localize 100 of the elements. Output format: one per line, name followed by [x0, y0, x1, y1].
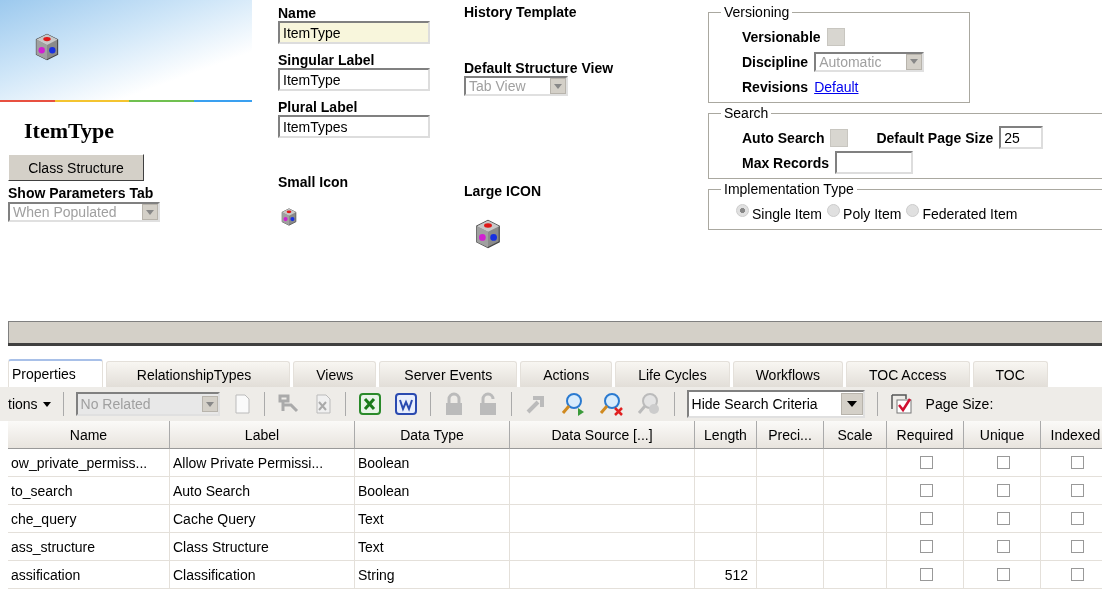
- tab[interactable]: Life Cycles: [615, 361, 730, 387]
- field-label: Max Records: [742, 154, 830, 171]
- table-cell: ass_structure: [8, 533, 170, 561]
- checkbox[interactable]: [997, 540, 1010, 553]
- table-cell: to_search: [8, 477, 170, 505]
- checkbox[interactable]: [997, 456, 1010, 469]
- field-label: Plural Label: [278, 99, 358, 115]
- table-cell: Boolean: [355, 449, 510, 477]
- radio-button[interactable]: [736, 204, 749, 217]
- checkbox[interactable]: [997, 568, 1010, 581]
- field-label: Small Icon: [278, 174, 349, 190]
- search-mode-select[interactable]: Hide Search Criteria: [686, 390, 865, 418]
- checkbox[interactable]: [920, 512, 933, 525]
- checkbox[interactable]: [1070, 456, 1084, 469]
- tab[interactable]: Actions: [520, 361, 613, 387]
- column-header[interactable]: Required: [887, 421, 964, 449]
- cube-icon: [278, 206, 300, 228]
- column-header[interactable]: Data Source [...]: [510, 421, 695, 449]
- column-header[interactable]: Preci...: [757, 421, 824, 449]
- radio-label: Poly Item: [843, 205, 902, 222]
- checkbox[interactable]: [1070, 512, 1084, 525]
- checkbox[interactable]: [920, 484, 933, 497]
- checkbox[interactable]: [920, 568, 933, 581]
- table-cell: [757, 561, 824, 589]
- name-field[interactable]: ItemType: [278, 21, 430, 44]
- page-size-field[interactable]: 25: [999, 126, 1044, 149]
- radio-button[interactable]: [906, 204, 920, 217]
- column-header[interactable]: Length: [695, 421, 757, 449]
- splitter-bar[interactable]: [8, 320, 1102, 346]
- checkbox[interactable]: [1070, 484, 1084, 497]
- radio-button[interactable]: [827, 204, 841, 217]
- field-label: Singular Label: [278, 52, 375, 68]
- table-cell: che_query: [8, 505, 170, 533]
- table-cell: ow_private_permiss...: [8, 449, 170, 477]
- document-icon[interactable]: [393, 392, 418, 416]
- table-cell: [695, 449, 757, 477]
- column-header[interactable]: Unique: [964, 421, 1041, 449]
- field-label: Large ICON: [464, 183, 541, 199]
- table-cell: 512: [695, 561, 757, 589]
- search-icon[interactable]: [559, 391, 586, 417]
- tab[interactable]: Server Events: [379, 361, 518, 387]
- radio-label: Single Item: [752, 205, 823, 222]
- field-label: Name: [278, 5, 317, 21]
- checkbox[interactable]: [920, 456, 933, 469]
- table-cell: Boolean: [355, 477, 510, 505]
- singular-label-field[interactable]: ItemType: [278, 68, 430, 91]
- table-cell: Allow Private Permissi...: [170, 449, 355, 477]
- checkbox[interactable]: [997, 484, 1010, 497]
- table-cell: String: [355, 561, 510, 589]
- column-header[interactable]: Scale: [824, 421, 887, 449]
- column-header[interactable]: Name: [8, 421, 170, 449]
- column-header[interactable]: Label: [170, 421, 355, 449]
- class-structure-button[interactable]: Class Structure: [8, 154, 144, 181]
- table-cell: [757, 505, 824, 533]
- tab[interactable]: Workflows: [732, 361, 843, 387]
- field-label: Auto Search: [742, 129, 825, 146]
- checkbox[interactable]: [1070, 540, 1084, 553]
- group-legend: Implementation Type: [721, 181, 857, 197]
- pick-item-icon[interactable]: [276, 393, 301, 415]
- checklist-icon[interactable]: [889, 393, 914, 415]
- field-label: Versionable: [742, 28, 821, 45]
- tab[interactable]: Views: [293, 361, 377, 387]
- checkbox[interactable]: [997, 512, 1010, 525]
- tab[interactable]: TOC Access: [845, 361, 970, 387]
- group-legend: Versioning: [721, 4, 793, 20]
- table-cell: [757, 449, 824, 477]
- checkbox[interactable]: [920, 540, 933, 553]
- column-header[interactable]: Data Type: [355, 421, 510, 449]
- table-cell: Auto Search: [170, 477, 355, 505]
- revisions-link[interactable]: Default: [814, 78, 859, 95]
- tab[interactable]: Properties: [8, 359, 103, 387]
- table-cell: [695, 505, 757, 533]
- checkbox[interactable]: [830, 128, 849, 147]
- group-legend: Search: [721, 105, 772, 121]
- table-cell: Text: [355, 505, 510, 533]
- page-size-label: Page Size:: [925, 396, 994, 412]
- field-label: Default Structure View: [464, 60, 614, 76]
- field-label: Show Parameters Tab: [8, 185, 154, 201]
- tab[interactable]: RelationshipTypes: [105, 361, 291, 387]
- spreadsheet-icon[interactable]: [357, 392, 382, 416]
- actions-menu[interactable]: tions: [8, 396, 51, 412]
- field-label: Default Page Size: [876, 129, 994, 146]
- column-header[interactable]: Indexed: [1041, 421, 1102, 449]
- radio-label: Federated Item: [922, 205, 1018, 222]
- table-cell: [757, 533, 824, 561]
- table-cell: [695, 477, 757, 505]
- checkbox[interactable]: [826, 27, 845, 46]
- tab[interactable]: TOC: [972, 361, 1048, 387]
- max-records-field[interactable]: [835, 151, 914, 174]
- field-label: Revisions: [742, 78, 809, 95]
- table-cell: Text: [355, 533, 510, 561]
- checkbox[interactable]: [1070, 568, 1084, 581]
- table-cell: [695, 533, 757, 561]
- table-cell: [757, 477, 824, 505]
- plural-label-field[interactable]: ItemTypes: [278, 115, 430, 138]
- field-label: Discipline: [742, 53, 809, 70]
- table-cell: assification: [8, 561, 170, 589]
- table-cell: Class Structure: [170, 533, 355, 561]
- caret-icon: [42, 401, 51, 407]
- clear-search-icon[interactable]: [597, 391, 624, 417]
